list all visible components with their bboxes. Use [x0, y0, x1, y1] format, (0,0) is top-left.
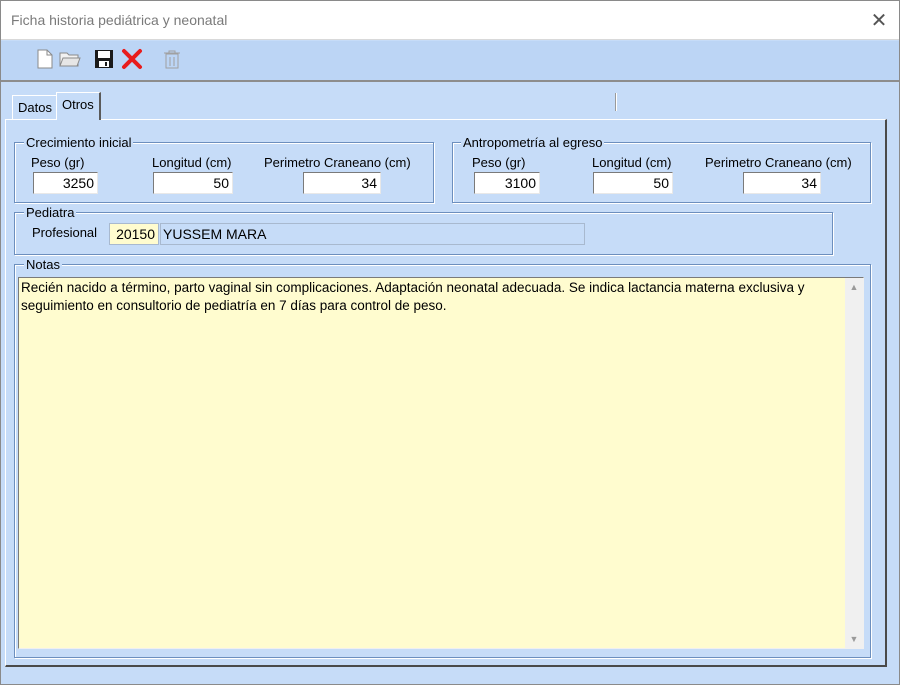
title-bar: Ficha historia pediátrica y neonatal ✕	[1, 1, 899, 40]
tab-panel-otros: Crecimiento inicial Peso (gr) 3250 Longi…	[5, 119, 887, 667]
profesional-code-input[interactable]: 20150	[109, 223, 159, 245]
close-button[interactable]: ✕	[859, 1, 899, 39]
red-x-icon	[122, 49, 142, 69]
perimetro-label: Perimetro Craneano (cm)	[264, 155, 411, 170]
save-icon	[95, 50, 113, 68]
tab-datos[interactable]: Datos	[12, 95, 58, 119]
perimetro-input[interactable]: 34	[303, 172, 381, 194]
longitud-label: Longitud (cm)	[152, 155, 232, 170]
peso-input[interactable]: 3250	[33, 172, 98, 194]
trash-icon	[164, 50, 180, 69]
group-pediatra-title: Pediatra	[24, 205, 77, 220]
new-button[interactable]	[33, 47, 57, 71]
group-crecimiento-inicial: Crecimiento inicial Peso (gr) 3250 Longi…	[14, 135, 434, 203]
profesional-name-field: YUSSEM MARA	[160, 223, 585, 245]
peso-egreso-label: Peso (gr)	[472, 155, 526, 170]
cancel-button[interactable]	[120, 47, 144, 71]
tab-datos-label: Datos	[18, 100, 52, 115]
tab-otros-label: Otros	[62, 97, 94, 112]
save-button[interactable]	[92, 47, 116, 71]
folder-open-icon	[59, 52, 81, 67]
notes-text: Recién nacido a término, parto vaginal s…	[21, 280, 805, 313]
notes-scrollbar[interactable]: ▲ ▼	[845, 278, 863, 648]
group-crecimiento-title: Crecimiento inicial	[24, 135, 134, 150]
tab-separator	[615, 93, 617, 111]
close-icon: ✕	[870, 9, 888, 32]
tab-container: Datos Otros Crecimiento inicial Peso (gr…	[1, 84, 899, 684]
scroll-up-icon: ▲	[849, 282, 859, 292]
longitud-egreso-label: Longitud (cm)	[592, 155, 672, 170]
group-notas-title: Notas	[24, 257, 62, 272]
group-antropometria-egreso: Antropometría al egreso Peso (gr) 3100 L…	[452, 135, 871, 203]
perimetro-egreso-label: Perimetro Craneano (cm)	[705, 155, 852, 170]
open-button[interactable]	[58, 47, 82, 71]
scroll-down-button[interactable]: ▼	[845, 630, 863, 648]
longitud-egreso-input[interactable]: 50	[593, 172, 673, 194]
dialog-window: Ficha historia pediátrica y neonatal ✕ D…	[0, 0, 900, 685]
toolbar	[1, 41, 899, 82]
scroll-up-button[interactable]: ▲	[845, 278, 863, 296]
perimetro-egreso-input[interactable]: 34	[743, 172, 821, 194]
peso-label: Peso (gr)	[31, 155, 85, 170]
group-pediatra: Pediatra Profesional 20150 YUSSEM MARA	[14, 205, 833, 255]
new-file-icon	[37, 49, 53, 69]
peso-egreso-input[interactable]: 3100	[474, 172, 540, 194]
group-antropometria-title: Antropometría al egreso	[461, 135, 605, 150]
window-title: Ficha historia pediátrica y neonatal	[11, 12, 228, 28]
profesional-label: Profesional	[32, 225, 98, 240]
longitud-input[interactable]: 50	[153, 172, 233, 194]
scroll-down-icon: ▼	[849, 634, 859, 644]
tab-otros[interactable]: Otros	[56, 92, 101, 120]
notes-textarea[interactable]: Recién nacido a término, parto vaginal s…	[18, 277, 864, 649]
delete-button[interactable]	[160, 47, 184, 71]
